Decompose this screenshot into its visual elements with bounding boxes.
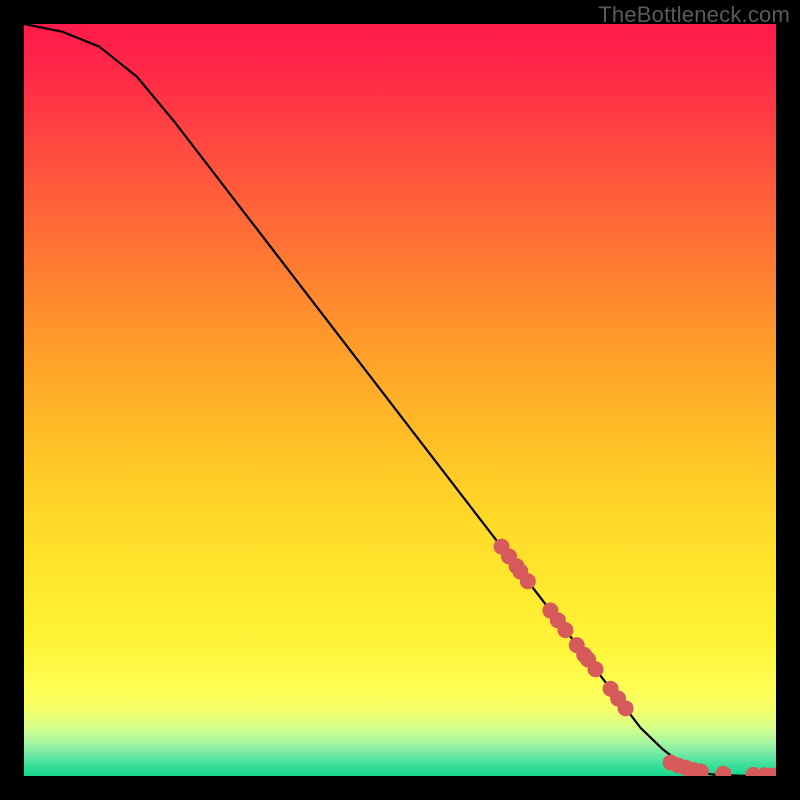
marker-point [520,573,536,589]
marker-point [715,766,731,776]
marker-point [618,700,634,716]
main-curve [24,24,776,776]
chart-overlay [24,24,776,776]
marker-point [557,622,573,638]
marker-point [588,661,604,677]
watermark-text: TheBottleneck.com [598,2,790,28]
plot-area [24,24,776,776]
highlight-points [494,539,776,776]
chart-frame: TheBottleneck.com [0,0,800,800]
